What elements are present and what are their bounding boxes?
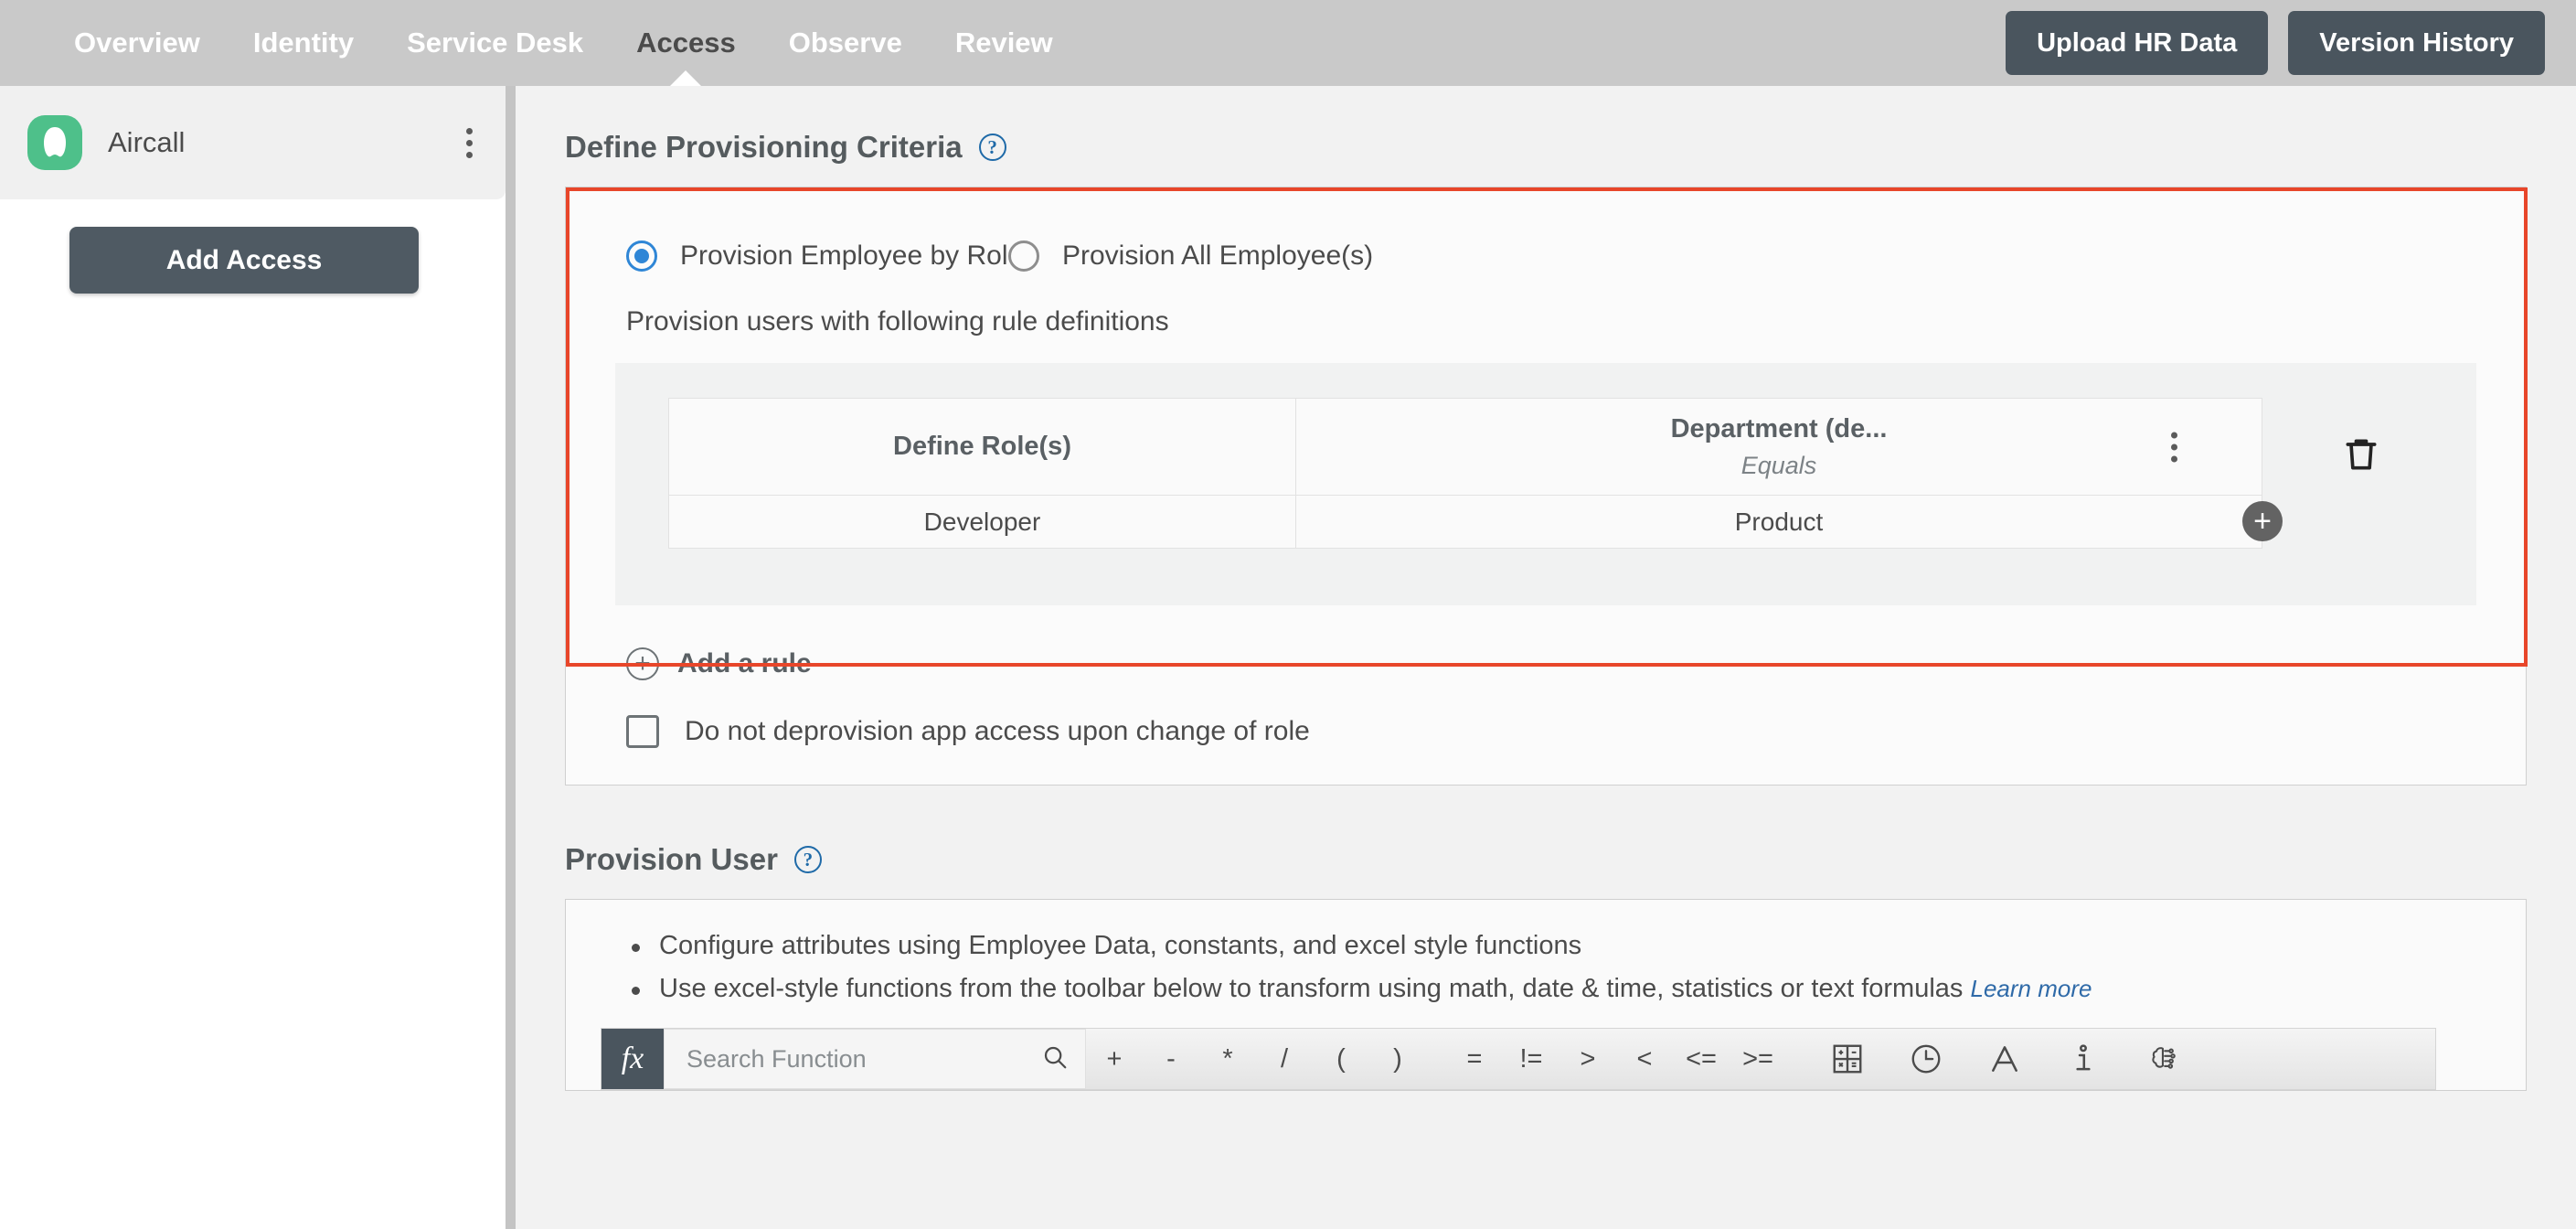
- table-header-row: Define Role(s) Department (de... Equals: [668, 398, 2262, 496]
- nav-tab-list: Overview Identity Service Desk Access Ob…: [0, 0, 1080, 86]
- delete-rule-trash-icon[interactable]: [2341, 434, 2381, 475]
- add-a-rule-label: Add a rule: [677, 648, 812, 679]
- version-history-button[interactable]: Version History: [2288, 11, 2545, 75]
- nav-tab-service-desk[interactable]: Service Desk: [380, 0, 610, 86]
- help-circle-icon[interactable]: ?: [793, 846, 822, 873]
- radio-by-role-indicator[interactable]: [626, 240, 657, 272]
- nav-tab-observe[interactable]: Observe: [762, 0, 929, 86]
- cell-role-value[interactable]: Developer: [668, 495, 1296, 549]
- main-content: Define Provisioning Criteria ? Provision…: [516, 86, 2576, 1229]
- ai-brain-icon[interactable]: [2123, 1028, 2201, 1090]
- operator-divide[interactable]: /: [1256, 1028, 1313, 1090]
- operator-close-paren[interactable]: ): [1369, 1028, 1426, 1090]
- sidebar-divider[interactable]: [506, 86, 516, 1229]
- operator-less-than[interactable]: <: [1616, 1028, 1673, 1090]
- formula-toolbar: fx + - * / ( ) = != > < <=: [601, 1028, 2436, 1090]
- provision-mode-radio-group: Provision Employee by Role Provision All…: [566, 187, 2526, 272]
- upload-hr-data-button[interactable]: Upload HR Data: [2006, 11, 2269, 75]
- top-navigation-bar: Overview Identity Service Desk Access Ob…: [0, 0, 2576, 86]
- cell-department-value[interactable]: Product: [1295, 495, 2262, 549]
- criteria-title-label: Define Provisioning Criteria: [565, 130, 963, 164]
- add-column-plus-circle-icon[interactable]: +: [2242, 501, 2283, 541]
- provision-user-heading: Provision User ?: [565, 842, 2527, 877]
- column-header-department[interactable]: Department (de... Equals: [1295, 398, 2262, 496]
- operator-multiply[interactable]: *: [1199, 1028, 1256, 1090]
- deprovision-checkbox-label: Do not deprovision app access upon chang…: [685, 716, 1310, 746]
- app-name-label: Aircall: [108, 126, 186, 158]
- list-item: Configure attributes using Employee Data…: [632, 931, 2526, 961]
- operator-minus[interactable]: -: [1143, 1028, 1199, 1090]
- nav-tab-identity[interactable]: Identity: [227, 0, 380, 86]
- operator-not-equals[interactable]: !=: [1503, 1028, 1559, 1090]
- aircall-logo-icon: [27, 115, 82, 170]
- radio-by-role-label: Provision Employee by Role: [680, 240, 1024, 271]
- app-card-aircall[interactable]: Aircall: [0, 86, 506, 199]
- search-input[interactable]: [687, 1044, 1041, 1074]
- deprovision-checkbox-row[interactable]: Do not deprovision app access upon chang…: [566, 680, 2526, 748]
- app-options-kebab-icon[interactable]: [459, 121, 480, 166]
- nav-actions: Upload HR Data Version History: [2006, 11, 2576, 75]
- operator-open-paren[interactable]: (: [1313, 1028, 1369, 1090]
- add-access-container: Add Access: [0, 199, 506, 294]
- operator-greater-than[interactable]: >: [1559, 1028, 1616, 1090]
- help-circle-icon[interactable]: ?: [978, 134, 1006, 161]
- sidebar: Aircall Add Access: [0, 86, 506, 1229]
- function-category-icons: [1808, 1029, 2201, 1089]
- search-icon[interactable]: [1041, 1043, 1069, 1075]
- provisioning-criteria-card: Provision Employee by Role Provision All…: [565, 187, 2528, 785]
- radio-provision-by-role[interactable]: Provision Employee by Role: [626, 240, 1023, 272]
- column-header-department-label: Department (de...: [1670, 413, 1888, 444]
- learn-more-link[interactable]: Learn more: [1970, 975, 2092, 1002]
- search-function-field[interactable]: [664, 1029, 1086, 1089]
- provision-user-card: Configure attributes using Employee Data…: [565, 899, 2527, 1091]
- provision-user-title-label: Provision User: [565, 842, 778, 876]
- plus-circle-outline-icon: +: [626, 647, 659, 680]
- fx-function-button[interactable]: fx: [601, 1029, 664, 1089]
- rule-definition-container: Define Role(s) Department (de... Equals …: [615, 363, 2476, 605]
- provision-user-bullet-list: Configure attributes using Employee Data…: [566, 931, 2526, 1004]
- table-row: Developer Product: [668, 495, 2262, 549]
- rule-table-wrapper: Define Role(s) Department (de... Equals …: [615, 398, 2283, 549]
- calculator-icon[interactable]: [1808, 1028, 1887, 1090]
- text-letter-a-icon[interactable]: [1965, 1028, 2044, 1090]
- radio-provision-all[interactable]: Provision All Employee(s): [1008, 240, 1373, 272]
- operator-equals[interactable]: =: [1446, 1028, 1503, 1090]
- nav-tab-access[interactable]: Access: [610, 0, 762, 86]
- radio-all-label: Provision All Employee(s): [1062, 240, 1374, 271]
- bullet-text-2: Use excel-style functions from the toolb…: [659, 974, 1964, 1003]
- column-header-operator-label: Equals: [1740, 451, 1817, 479]
- bullet-text-1: Configure attributes using Employee Data…: [659, 931, 1582, 960]
- operator-greater-equal[interactable]: >=: [1730, 1028, 1786, 1090]
- operator-less-equal[interactable]: <=: [1673, 1028, 1730, 1090]
- clock-icon[interactable]: [1887, 1028, 1965, 1090]
- nav-tab-overview[interactable]: Overview: [48, 0, 227, 86]
- radio-all-indicator[interactable]: [1008, 240, 1039, 272]
- define-provisioning-criteria-heading: Define Provisioning Criteria ?: [565, 130, 2527, 165]
- add-a-rule-button[interactable]: + Add a rule: [566, 605, 2526, 680]
- info-icon[interactable]: [2044, 1028, 2123, 1090]
- add-access-button[interactable]: Add Access: [69, 227, 419, 294]
- rule-intro-text: Provision users with following rule defi…: [626, 306, 1169, 337]
- operator-button-group: + - * / ( ) = != > < <= >=: [1086, 1029, 1786, 1089]
- list-item: Use excel-style functions from the toolb…: [632, 974, 2526, 1004]
- deprovision-checkbox[interactable]: [626, 715, 659, 748]
- column-header-define-roles[interactable]: Define Role(s): [668, 398, 1296, 496]
- column-options-kebab-icon[interactable]: [2164, 424, 2185, 469]
- operator-plus[interactable]: +: [1086, 1028, 1143, 1090]
- rule-table: Define Role(s) Department (de... Equals …: [668, 398, 2262, 549]
- nav-tab-review[interactable]: Review: [929, 0, 1080, 86]
